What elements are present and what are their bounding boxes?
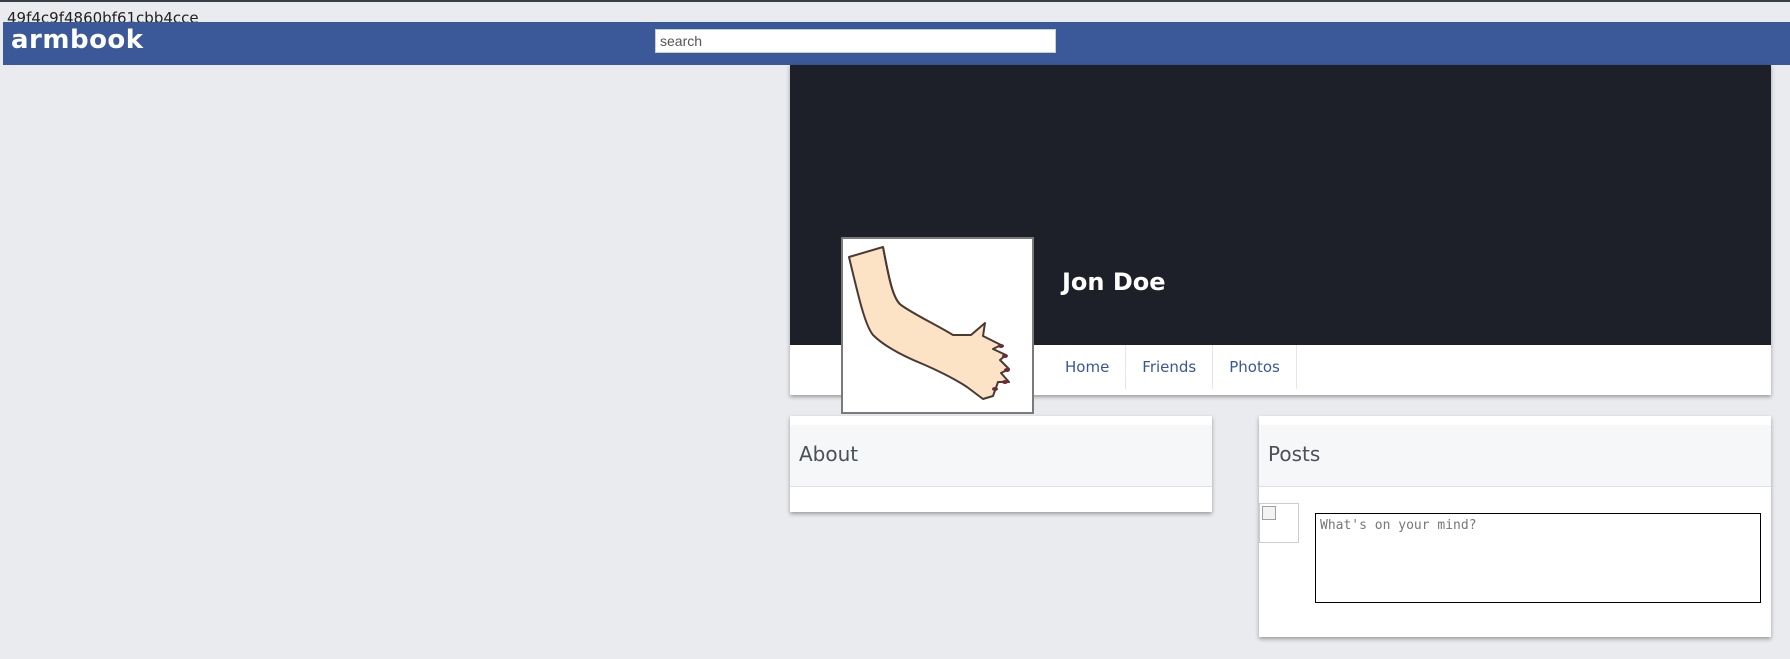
posts-title: Posts — [1268, 442, 1321, 466]
about-header: About — [790, 425, 1212, 487]
about-title: About — [799, 442, 859, 466]
post-composer-input[interactable] — [1315, 513, 1761, 603]
profile-avatar[interactable] — [841, 237, 1034, 414]
broken-image-icon — [1262, 506, 1276, 520]
nav-friends-link[interactable]: Friends — [1126, 345, 1214, 389]
about-card: About — [790, 416, 1212, 512]
arm-hand-icon — [848, 246, 1010, 400]
search-input[interactable] — [655, 29, 1056, 53]
nav-home-link[interactable]: Home — [1049, 345, 1127, 389]
profile-nav: Home Friends Photos — [1049, 345, 1297, 395]
top-navbar: armbook — [3, 22, 1790, 65]
top-border — [0, 0, 1790, 2]
posts-header: Posts — [1259, 425, 1771, 487]
posts-card: Posts — [1259, 416, 1771, 637]
composer-avatar — [1259, 503, 1299, 543]
profile-name: Jon Doe — [1062, 268, 1166, 296]
brand-logo[interactable]: armbook — [11, 25, 144, 55]
nav-photos-link[interactable]: Photos — [1213, 345, 1297, 389]
